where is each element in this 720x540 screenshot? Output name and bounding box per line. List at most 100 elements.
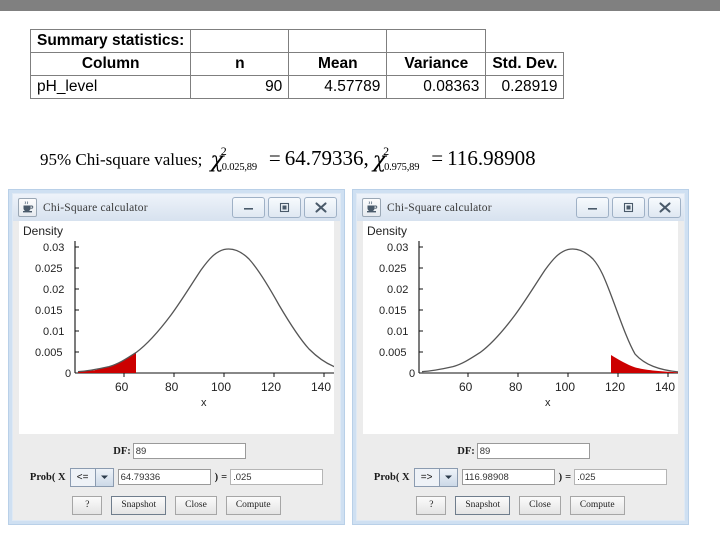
operator-dropdown[interactable]: => [413, 467, 458, 487]
column-header-variance: Variance [386, 52, 487, 76]
equals-label: = [565, 471, 572, 483]
close-paren-label: ) [558, 471, 563, 483]
cell-column: pH_level [29, 75, 192, 99]
svg-text:0.02: 0.02 [387, 284, 408, 296]
equals-label: = [221, 471, 228, 483]
blank-cell [190, 29, 290, 53]
blank-cell [288, 29, 388, 53]
snapshot-button[interactable]: Snapshot [455, 495, 511, 515]
chi-superscript-right: 2 [383, 144, 390, 158]
column-header-std-dev: Std. Dev. [485, 52, 565, 76]
chi-square-density-plot: Density 0.03 0.025 0.02 0.015 0.01 0.005… [23, 224, 334, 408]
svg-text:x: x [201, 397, 207, 408]
svg-text:0.015: 0.015 [35, 305, 63, 317]
operator-dropdown[interactable]: <= [69, 467, 114, 487]
chi-equals-right: = [431, 146, 444, 170]
x-value-input[interactable]: 64.79336 [117, 469, 211, 485]
minimize-button[interactable] [232, 197, 265, 218]
svg-text:0.025: 0.025 [379, 263, 407, 275]
window-title: Chi-Square calculator [43, 201, 148, 214]
probability-row: Prob( X => 116.98908 ) = .025 [357, 464, 684, 490]
svg-text:Density: Density [367, 224, 407, 238]
chi-line-prefix: 95% Chi-square values; [40, 150, 203, 169]
close-window-button[interactable]: Close [519, 495, 561, 515]
df-label: DF: [457, 445, 475, 457]
window-title: Chi-Square calculator [387, 201, 492, 214]
svg-text:0.025: 0.025 [35, 263, 63, 275]
svg-text:x: x [545, 397, 551, 408]
close-button[interactable] [648, 197, 681, 218]
column-header-n: n [190, 52, 290, 76]
svg-text:Density: Density [23, 224, 63, 238]
chi-superscript-left: 2 [220, 144, 227, 158]
column-header-mean: Mean [288, 52, 388, 76]
maximize-button[interactable] [268, 197, 301, 218]
close-window-button[interactable]: Close [175, 495, 217, 515]
compute-button[interactable]: Compute [569, 495, 625, 515]
df-label: DF: [113, 445, 131, 457]
chi-square-density-plot: Density 0.03 0.025 0.02 0.015 0.01 0.005… [367, 224, 678, 408]
summary-statistics-table: Summary statistics: Column n Mean Varian… [29, 29, 565, 99]
svg-text:120: 120 [605, 380, 625, 394]
svg-text:60: 60 [459, 380, 473, 394]
x-value-input[interactable]: 116.98908 [461, 469, 555, 485]
svg-text:0.03: 0.03 [43, 242, 64, 254]
df-input[interactable]: 89 [476, 443, 590, 459]
java-cup-icon [18, 198, 37, 217]
help-button[interactable]: ? [72, 495, 103, 515]
table-row: pH_level 90 4.57789 0.08363 0.28919 [29, 75, 565, 99]
control-panel: DF: 89 Prob( X <= 64.79336 ) = .025 ? Sn… [13, 434, 340, 520]
snapshot-button[interactable]: Snapshot [111, 495, 167, 515]
svg-text:0.02: 0.02 [43, 284, 64, 296]
column-header-column: Column [29, 52, 192, 76]
svg-text:0.015: 0.015 [379, 305, 407, 317]
svg-text:80: 80 [165, 380, 179, 394]
close-button[interactable] [304, 197, 337, 218]
compute-button[interactable]: Compute [225, 495, 281, 515]
density-chart-right: Density 0.03 0.025 0.02 0.015 0.01 0.005… [363, 221, 678, 434]
maximize-button[interactable] [612, 197, 645, 218]
table-row-title: Summary statistics: [29, 29, 564, 53]
table-row-header: Column n Mean Variance Std. Dev. [29, 52, 565, 76]
svg-text:0.03: 0.03 [387, 242, 408, 254]
button-row: ? Snapshot Close Compute [357, 490, 684, 520]
svg-text:0.01: 0.01 [387, 326, 408, 338]
svg-text:0.01: 0.01 [43, 326, 64, 338]
chi-value-left: 64.79336, [284, 146, 369, 170]
svg-text:0.005: 0.005 [379, 347, 407, 359]
chevron-down-icon [438, 468, 457, 486]
svg-text:140: 140 [311, 380, 331, 394]
svg-text:0: 0 [409, 368, 415, 380]
help-button[interactable]: ? [416, 495, 447, 515]
prob-prefix-label: Prob( X [373, 471, 410, 483]
control-panel: DF: 89 Prob( X => 116.98908 ) = .025 ? S… [357, 434, 684, 520]
cell-n: 90 [190, 75, 290, 99]
operator-value: => [414, 468, 439, 486]
chi-subscript-right: 0.975,89 [384, 162, 420, 173]
chi-square-calculator-window-right[interactable]: Chi-Square calculator Density 0.03 0.025 [352, 189, 689, 525]
chi-square-values-line: 95% Chi-square values; χ20.025,89 = 64.7… [40, 144, 720, 180]
java-cup-icon [362, 198, 381, 217]
svg-text:100: 100 [211, 380, 231, 394]
probability-row: Prob( X <= 64.79336 ) = .025 [13, 464, 340, 490]
minimize-button[interactable] [576, 197, 609, 218]
operator-value: <= [70, 468, 95, 486]
svg-text:0.005: 0.005 [35, 347, 63, 359]
density-chart-left: Density 0.03 0.025 0.02 0.015 0.01 0.005… [19, 221, 334, 434]
title-bar[interactable]: Chi-Square calculator [13, 194, 340, 221]
chi-square-calculator-window-left[interactable]: Chi-Square calculator Density 0.03 0.025 [8, 189, 345, 525]
chi-value-right: 116.98908 [447, 146, 536, 170]
svg-text:0: 0 [65, 368, 71, 380]
chi-equals-left: = [268, 146, 281, 170]
title-bar[interactable]: Chi-Square calculator [357, 194, 684, 221]
svg-text:120: 120 [261, 380, 281, 394]
probability-input[interactable]: .025 [574, 469, 668, 485]
probability-input[interactable]: .025 [230, 469, 324, 485]
df-input[interactable]: 89 [132, 443, 246, 459]
chevron-down-icon [94, 468, 113, 486]
prob-prefix-label: Prob( X [29, 471, 66, 483]
svg-text:60: 60 [115, 380, 129, 394]
svg-text:140: 140 [655, 380, 675, 394]
cell-std-dev: 0.28919 [485, 75, 565, 99]
df-row: DF: 89 [13, 438, 340, 464]
